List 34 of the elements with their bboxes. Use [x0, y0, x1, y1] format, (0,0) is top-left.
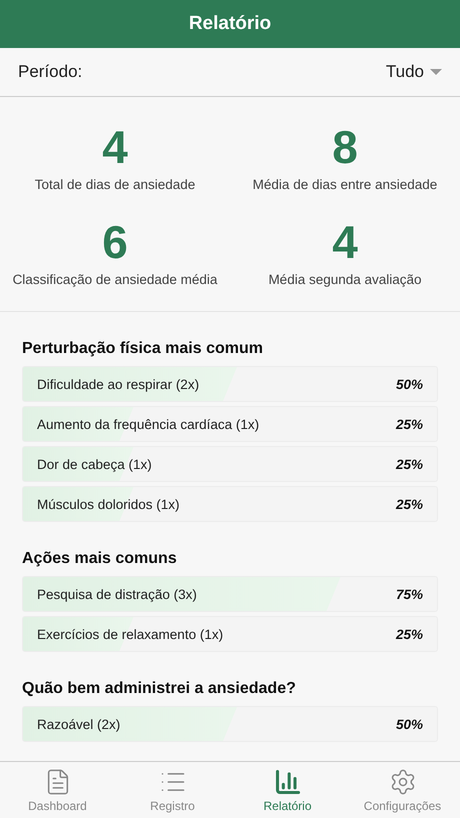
nav-tab[interactable]: Relatório [230, 762, 345, 818]
nav-tab[interactable]: Configurações [345, 762, 460, 818]
stat-value: 4 [332, 216, 358, 268]
nav-tab[interactable]: Dashboard [0, 762, 115, 818]
section-title: Quão bem administrei a ansiedade? [22, 680, 297, 698]
section-title: Ações mais comuns [22, 550, 178, 568]
header-title: Relatório [188, 13, 272, 35]
row-percent: 75% [396, 586, 423, 602]
stat-label: Média de dias entre ansiedade [252, 177, 438, 192]
stat-value: 6 [102, 216, 128, 268]
stat-value: 8 [332, 121, 358, 173]
stat-label: Classificação de ansiedade média [12, 272, 218, 287]
row-percent: 25% [396, 496, 423, 512]
row-label: Exercícios de relaxamento (1x) [37, 626, 224, 642]
stat-label: Total de dias de ansiedade [34, 177, 196, 192]
section-title: Perturbação física mais comum [22, 340, 264, 358]
row-percent: 25% [396, 416, 423, 432]
row-percent: 50% [396, 716, 423, 732]
caret-icon [430, 69, 442, 75]
period-dropdown[interactable]: Tudo [386, 62, 442, 82]
row-label: Dificuldade ao respirar (2x) [37, 376, 200, 392]
row-label: Razoável (2x) [37, 716, 120, 732]
row-percent: 25% [396, 456, 423, 472]
period-label: Período: [18, 62, 82, 82]
bar-chart-icon [274, 768, 302, 796]
nav-tab[interactable]: Registro [115, 762, 230, 818]
stat-label: Média segunda avaliação [268, 272, 422, 287]
row-label: Aumento da frequência cardíaca (1x) [37, 416, 260, 432]
row-percent: 50% [396, 376, 423, 392]
row-label: Dor de cabeça (1x) [37, 456, 152, 472]
row-label: Músculos doloridos (1x) [37, 496, 180, 512]
row-label: Pesquisa de distração (3x) [37, 586, 197, 602]
stat-value: 4 [102, 121, 128, 173]
row-percent: 25% [396, 626, 423, 642]
